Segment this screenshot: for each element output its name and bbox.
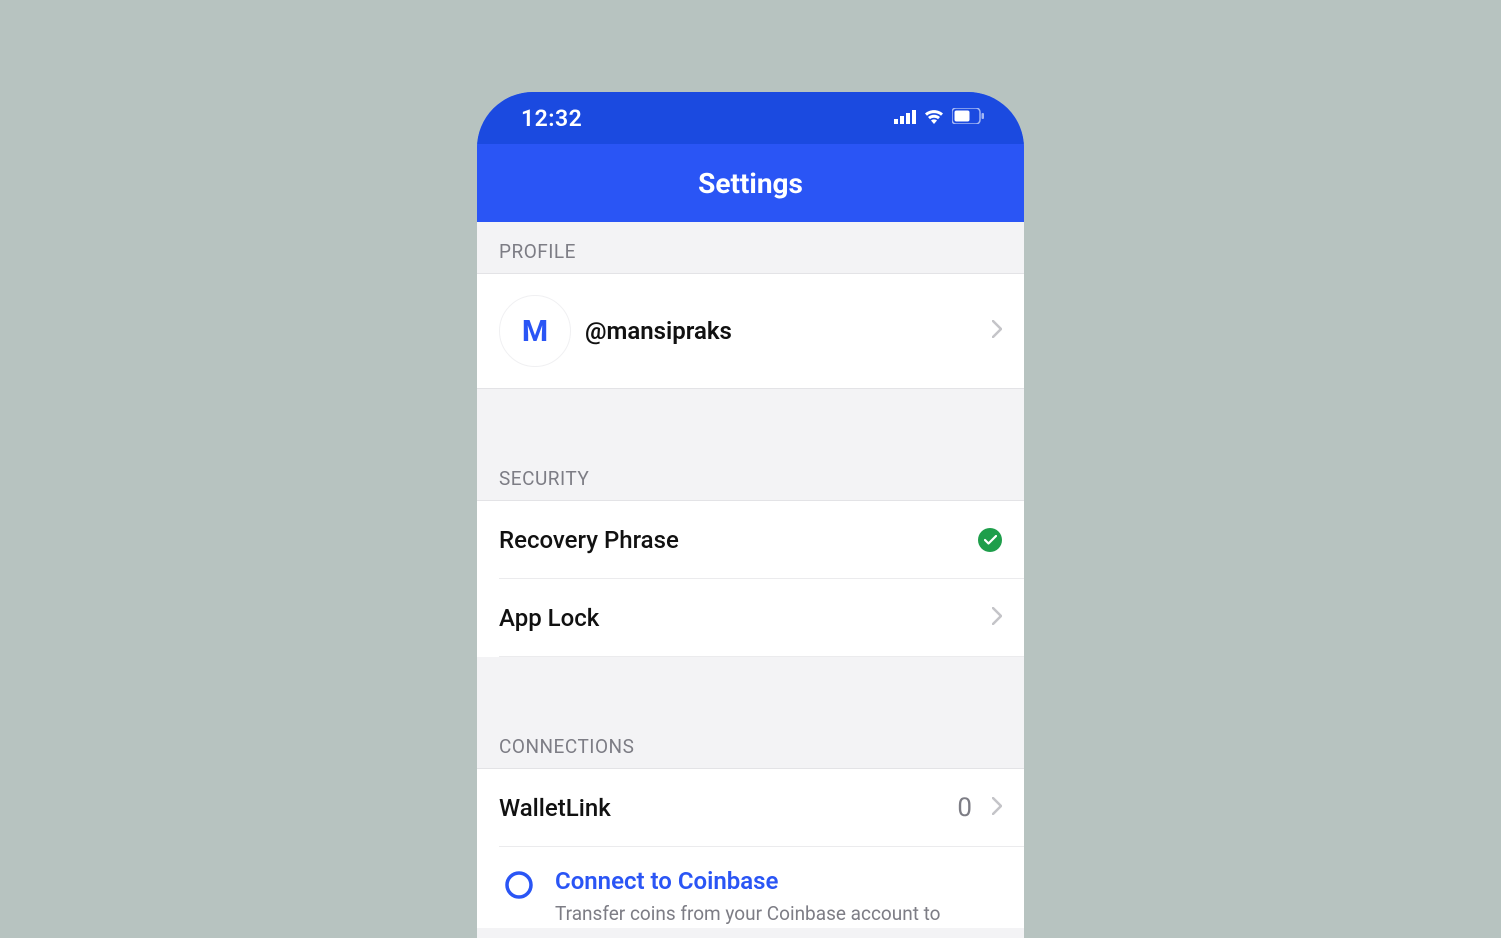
phone-frame: 12:32: [477, 92, 1024, 938]
avatar-letter: M: [522, 314, 548, 349]
walletlink-row[interactable]: WalletLink 0: [499, 769, 1024, 847]
chevron-right-icon: [992, 797, 1002, 819]
section-gap: [477, 657, 1024, 717]
header-area: 12:32: [477, 92, 1024, 222]
wifi-icon: [923, 108, 945, 128]
coinbase-logo-icon: [499, 867, 539, 899]
nav-bar: Settings: [477, 144, 1024, 222]
walletlink-label: WalletLink: [499, 794, 957, 822]
connect-text: Connect to Coinbase Transfer coins from …: [555, 867, 1002, 928]
section-header-security: SECURITY: [477, 449, 1024, 501]
battery-icon: [952, 108, 984, 128]
status-icons: [894, 108, 984, 128]
check-badge-icon: [978, 528, 1002, 552]
recovery-phrase-label: Recovery Phrase: [499, 526, 978, 554]
avatar: M: [499, 295, 571, 367]
status-bar: 12:32: [477, 92, 1024, 144]
app-lock-label: App Lock: [499, 604, 992, 632]
app-lock-row[interactable]: App Lock: [499, 579, 1024, 657]
chevron-right-icon: [992, 607, 1002, 629]
section-header-profile: PROFILE: [477, 222, 1024, 274]
connect-subtitle: Transfer coins from your Coinbase accoun…: [555, 901, 1002, 928]
recovery-phrase-row[interactable]: Recovery Phrase: [499, 501, 1024, 579]
profile-username: @mansipraks: [585, 317, 992, 345]
connect-coinbase-row[interactable]: Connect to Coinbase Transfer coins from …: [477, 847, 1024, 928]
cellular-icon: [894, 109, 916, 128]
section-gap: [477, 389, 1024, 449]
connect-title: Connect to Coinbase: [555, 867, 1002, 895]
profile-row[interactable]: M @mansipraks: [477, 274, 1024, 389]
chevron-right-icon: [992, 320, 1002, 342]
section-header-connections: CONNECTIONS: [477, 717, 1024, 769]
walletlink-value: 0: [957, 793, 972, 823]
status-time: 12:32: [521, 105, 582, 132]
page-title: Settings: [698, 167, 803, 200]
